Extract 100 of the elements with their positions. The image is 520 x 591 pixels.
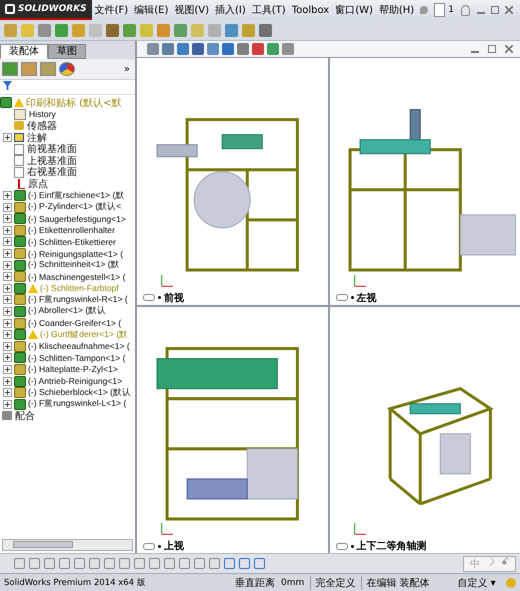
sketch-tool-icon[interactable] xyxy=(164,558,175,569)
menu-item[interactable]: 帮助(H) xyxy=(376,3,418,17)
light-icon[interactable] xyxy=(506,578,516,588)
menu-item[interactable]: 插入(I) xyxy=(212,3,249,17)
view-tool-icon[interactable] xyxy=(222,43,234,55)
tree-item[interactable]: (-) F黨rungswinkel-L<1> ( xyxy=(28,398,126,410)
view-tool-icon[interactable] xyxy=(192,43,204,55)
tree-item[interactable]: (-) Abroller<1> (默认 xyxy=(28,305,106,318)
tree-item[interactable]: (-) Reinigungsplatte<1> ( xyxy=(28,248,124,259)
filter-icon[interactable] xyxy=(3,81,12,90)
panel-tab[interactable]: 装配体 xyxy=(0,44,48,59)
menu-item[interactable]: 文件(F) xyxy=(92,3,132,17)
sketch-tool-icon[interactable] xyxy=(104,558,115,569)
view-link-icon[interactable] xyxy=(143,542,155,550)
sketch-tool-icon[interactable] xyxy=(134,558,145,569)
view-tool-icon[interactable] xyxy=(252,43,264,55)
restore-icon[interactable] xyxy=(488,45,496,53)
tree-item[interactable]: (-) Saugerbefestigung<1> xyxy=(28,214,126,224)
sketch-tool-icon[interactable] xyxy=(194,558,205,569)
sketch-tool-icon[interactable] xyxy=(179,558,190,569)
tree-item[interactable]: (-) Coander-Greifer<1> ( xyxy=(28,318,122,328)
horizontal-scrollbar[interactable] xyxy=(2,539,133,551)
expand-icon[interactable] xyxy=(3,133,12,142)
view-link-icon[interactable] xyxy=(143,294,155,301)
units-dropdown[interactable]: 自定义 ▾ xyxy=(457,576,496,590)
panel-tab[interactable]: 草图 xyxy=(48,44,86,59)
view-name: 前视 xyxy=(164,292,184,304)
appearance-icon[interactable] xyxy=(59,62,75,76)
tool-icon[interactable] xyxy=(55,24,68,36)
view-tool-icon[interactable] xyxy=(147,43,159,55)
view-tool-icon[interactable] xyxy=(177,43,189,55)
tree-item[interactable]: (-) Schieberblock<1> (默认 xyxy=(28,386,132,399)
sketch-tool-icon[interactable] xyxy=(239,558,250,569)
menu-item[interactable]: 窗口(W) xyxy=(332,3,376,17)
tree-item[interactable]: 前视基准面 xyxy=(27,142,77,156)
sketch-tool-icon[interactable] xyxy=(44,558,55,569)
tool-icon[interactable] xyxy=(174,24,187,36)
expand-button[interactable]: » xyxy=(124,64,133,74)
part-icon xyxy=(14,387,26,398)
history-icon xyxy=(14,108,26,120)
close-icon[interactable] xyxy=(504,6,513,14)
view-tool-icon[interactable] xyxy=(267,43,279,55)
menu-item[interactable]: 视图(V) xyxy=(171,3,212,17)
new-document-icon[interactable] xyxy=(434,3,446,17)
sketch-tool-icon[interactable] xyxy=(224,558,235,569)
tree-item[interactable]: (-) Einf黨rschiene<1> (默 xyxy=(28,190,124,202)
tool-icon[interactable] xyxy=(225,24,238,36)
tree-item[interactable]: (-) F黨rungswinkel-R<1> ( xyxy=(28,294,128,306)
view-tool-icon[interactable] xyxy=(207,43,219,55)
view-link-icon[interactable] xyxy=(336,542,348,550)
tree-item[interactable]: 传感器 xyxy=(27,118,57,133)
tool-icon[interactable] xyxy=(4,24,17,36)
tree-item[interactable]: (-) Schnitteinheit<1> (默 xyxy=(28,259,120,272)
property-icon[interactable] xyxy=(21,62,37,76)
tree-item[interactable]: (-) Etikettenrollenhalter xyxy=(28,225,115,236)
tree-item[interactable]: (-) Schlitten-Tampon<1> ( xyxy=(28,352,126,363)
tree-item[interactable]: (-) Gurtf鰎derer<1> (默 xyxy=(40,328,128,341)
tree-item[interactable]: 注解 xyxy=(27,130,47,145)
close-icon[interactable] xyxy=(505,45,513,53)
tool-icon[interactable] xyxy=(72,24,85,36)
sketch-tool-icon[interactable] xyxy=(29,558,40,569)
sketch-tool-icon[interactable] xyxy=(14,558,25,569)
sketch-tool-icon[interactable] xyxy=(119,558,130,569)
view-tool-icon[interactable] xyxy=(162,43,174,55)
tool-icon[interactable] xyxy=(242,24,255,36)
tree-item[interactable]: 原点 xyxy=(28,176,48,191)
sketch-tool-icon[interactable] xyxy=(209,558,220,569)
tool-icon[interactable] xyxy=(157,24,170,36)
tree-item[interactable]: 上视基准面 xyxy=(27,154,77,168)
tree-item[interactable]: (-) Maschinengestell<1> ( xyxy=(28,272,126,282)
tool-icon[interactable] xyxy=(38,24,51,36)
tool-icon[interactable] xyxy=(106,24,119,36)
view-tool-icon[interactable] xyxy=(282,43,294,55)
tree-item[interactable]: 配合 xyxy=(15,408,35,423)
tree-item[interactable]: (-) Schlitten-Farbtopf xyxy=(40,283,119,294)
tree-item[interactable]: 印刷和贴标 (默认<默 xyxy=(26,96,122,110)
menu-item[interactable]: Toolbox xyxy=(288,4,332,16)
sketch-tool-icon[interactable] xyxy=(149,558,160,569)
tree-item[interactable]: (-) Klischeeaufnahme<1> ( xyxy=(28,341,130,352)
tool-icon[interactable] xyxy=(123,24,136,36)
app-logo: SOLIDWORKS xyxy=(18,3,87,15)
view-tool-icon[interactable] xyxy=(237,43,249,55)
menu-item[interactable]: 编辑(E) xyxy=(131,3,172,17)
tool-icon[interactable] xyxy=(208,24,221,36)
minimize-icon[interactable] xyxy=(476,12,485,14)
tree-item[interactable]: (-) Halteplatte-P-Zyl<1> xyxy=(28,364,118,374)
tree-item[interactable]: (-) Antrieb-Reinigung<1> xyxy=(28,376,122,386)
sketch-tool-icon[interactable] xyxy=(254,558,265,569)
sketch-tool-icon[interactable] xyxy=(59,558,70,569)
tree-item[interactable]: History xyxy=(29,109,56,120)
tree-item[interactable]: 右视基准面 xyxy=(27,165,77,180)
tool-icon[interactable] xyxy=(259,24,272,36)
sketch-tool-icon[interactable] xyxy=(74,558,85,569)
status-text: 在编辑 装配体 xyxy=(361,576,430,590)
view-link-icon[interactable] xyxy=(336,294,348,301)
tree-item[interactable]: (-) P-Zylinder<1> (默认< xyxy=(28,201,122,214)
sketch-tool-icon[interactable] xyxy=(89,558,100,569)
maximize-icon[interactable] xyxy=(490,6,499,14)
menu-item[interactable]: 工具(T) xyxy=(248,3,289,17)
tree-item[interactable]: (-) Schlitten-Etikettierer xyxy=(28,236,116,247)
